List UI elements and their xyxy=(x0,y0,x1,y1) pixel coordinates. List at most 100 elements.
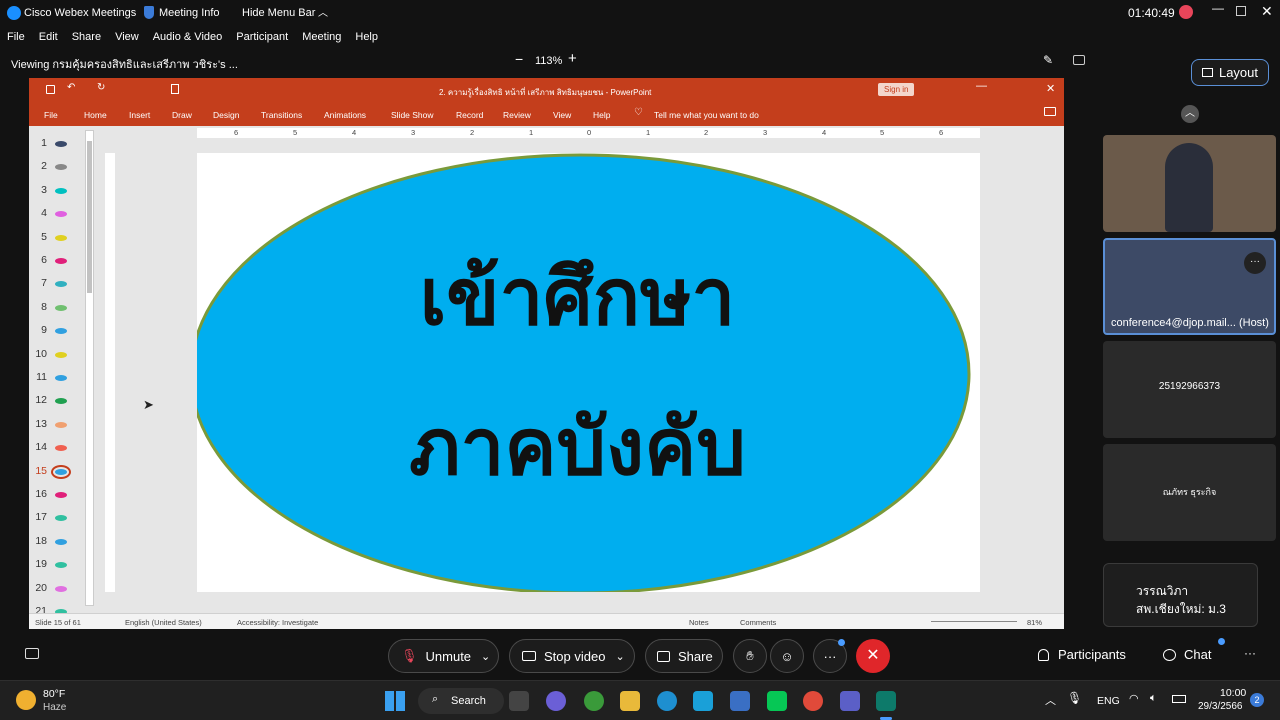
stop-video-label: Stop video xyxy=(544,648,606,664)
unmute-button[interactable]: 🎙︎ Unmute ⌄ xyxy=(388,639,499,673)
tray-chevron-icon[interactable]: ︿ xyxy=(1045,692,1056,708)
battery-icon[interactable] xyxy=(1172,695,1186,703)
slide-thumbnail-number: 17 xyxy=(35,511,47,524)
undo-icon: ↶ xyxy=(67,82,76,93)
mic-muted-tray-icon[interactable]: 🎙︎ xyxy=(1067,691,1082,705)
zoom-in-button[interactable]: + xyxy=(568,50,577,67)
restore-icon[interactable] xyxy=(1236,6,1246,16)
video-tile-host[interactable]: ··· conference4@djop.mail... (Host) xyxy=(1103,238,1276,335)
slide-thumbnail-number: 6 xyxy=(41,254,47,266)
slide-thumbnail-number: 8 xyxy=(41,300,47,313)
ppt-tab-transitions: Transitions xyxy=(261,110,303,120)
windows-start-icon[interactable] xyxy=(385,691,405,711)
menu-meeting[interactable]: Meeting xyxy=(302,31,341,43)
slide-ellipse xyxy=(197,153,971,592)
slide-thumbnail xyxy=(55,515,67,522)
thumbnail-scrollbar xyxy=(85,130,94,606)
ppt-tab-view: View xyxy=(553,110,572,120)
slide-count: Slide 15 of 61 xyxy=(35,618,81,627)
meeting-info-button[interactable]: Meeting Info xyxy=(159,7,220,19)
mouse-cursor-icon: ➤ xyxy=(143,397,154,412)
chrome-icon[interactable] xyxy=(803,691,823,711)
ppt-tab-home: Home xyxy=(84,110,107,120)
slide-thumbnail-number: 11 xyxy=(36,371,47,383)
slide-thumbnail-number: 1 xyxy=(41,137,47,149)
taskbar-search[interactable]: ⌕ Search xyxy=(418,688,504,714)
webex-icon[interactable] xyxy=(876,691,896,711)
teams-chat-icon[interactable] xyxy=(546,691,566,711)
more-panels-icon[interactable]: ··· xyxy=(1244,646,1256,660)
scroll-up-button[interactable]: ︿ xyxy=(1181,105,1199,123)
end-meeting-button[interactable]: ✕ xyxy=(856,639,890,673)
pop-out-icon[interactable] xyxy=(1073,55,1085,65)
captions-icon[interactable] xyxy=(25,648,39,659)
meeting-timer: 01:40:49 xyxy=(1128,6,1175,20)
mic-muted-icon: 🎙︎ xyxy=(401,648,418,663)
raise-hand-button[interactable]: ✋︎ xyxy=(733,639,767,673)
xbox-icon[interactable] xyxy=(584,691,604,711)
notification-badge[interactable]: 2 xyxy=(1250,693,1264,707)
share-button[interactable]: Share xyxy=(645,639,723,673)
ruler-tick: 3 xyxy=(411,128,416,137)
ppt-zoom-level: 81% xyxy=(1027,618,1043,627)
more-options-icon[interactable]: ··· xyxy=(1244,252,1266,274)
save-icon xyxy=(46,85,55,94)
menu-file[interactable]: File xyxy=(7,31,25,43)
participants-button[interactable]: Participants xyxy=(1038,647,1126,662)
zoom-out-button[interactable]: − xyxy=(515,51,523,67)
slide-thumbnail xyxy=(55,421,67,428)
line-app-icon[interactable] xyxy=(693,691,713,711)
reactions-button[interactable]: ☺ xyxy=(770,639,804,673)
menu-edit[interactable]: Edit xyxy=(39,31,58,43)
slide-thumbnail xyxy=(55,187,67,194)
slide-text-line-1: เข้าศึกษา xyxy=(419,253,736,341)
menu-help[interactable]: Help xyxy=(355,31,378,43)
ruler-tick: 6 xyxy=(939,128,944,137)
slide-thumbnail xyxy=(55,492,67,498)
record-icon xyxy=(1179,5,1193,19)
annotate-icon[interactable]: ✎ xyxy=(1043,53,1053,67)
line-icon[interactable] xyxy=(767,691,787,711)
language-status: English (United States) xyxy=(125,618,202,627)
chat-label: Chat xyxy=(1184,647,1212,662)
menu-participant[interactable]: Participant xyxy=(236,31,288,43)
minimize-icon[interactable]: — xyxy=(1212,1,1224,15)
store-icon[interactable] xyxy=(730,691,750,711)
edge-icon[interactable] xyxy=(657,691,677,711)
ppt-tab-review: Review xyxy=(503,110,531,120)
zoom-level: 113% xyxy=(535,55,563,67)
close-icon[interactable]: ✕ xyxy=(1261,3,1273,20)
ppt-close-icon: ✕ xyxy=(1046,83,1056,95)
chevron-down-icon[interactable]: ⌄ xyxy=(481,650,490,663)
taskbar-time: 10:00 xyxy=(1220,687,1247,699)
slide-thumbnail xyxy=(55,141,67,147)
ruler-tick: 5 xyxy=(293,128,298,137)
vertical-ruler xyxy=(105,153,115,592)
input-language[interactable]: ENG xyxy=(1097,695,1120,707)
file-explorer-icon[interactable] xyxy=(620,691,640,711)
slide-thumbnail xyxy=(55,562,67,569)
menu-share[interactable]: Share xyxy=(72,31,101,43)
chevron-up-icon[interactable]: ︿ xyxy=(318,4,328,19)
ppt-tab-slide-show: Slide Show xyxy=(391,110,434,120)
video-tile-1[interactable] xyxy=(1103,135,1276,232)
wifi-icon[interactable]: ◠ xyxy=(1129,692,1139,705)
stop-video-button[interactable]: Stop video ⌄ xyxy=(509,639,635,673)
task-view-icon[interactable] xyxy=(509,691,529,711)
menu-audio-video[interactable]: Audio & Video xyxy=(153,31,223,43)
menu-view[interactable]: View xyxy=(115,31,139,43)
webex-logo-icon xyxy=(7,6,21,20)
chat-button[interactable]: Chat xyxy=(1163,647,1211,662)
slide-thumbnail-number: 2 xyxy=(41,160,47,173)
chat-preview-line-2: สพ.เชียงใหม่: ม.3 xyxy=(1136,602,1226,616)
ppt-ribbon-tabs: File Home Insert Draw Design Transitions… xyxy=(29,102,1064,126)
volume-icon[interactable]: 🔈︎ xyxy=(1150,692,1157,705)
chat-preview-popup[interactable]: วรรณวิภา สพ.เชียงใหม่: ม.3 xyxy=(1103,563,1258,627)
chevron-down-icon[interactable]: ⌄ xyxy=(615,650,624,663)
hide-menu-bar-button[interactable]: Hide Menu Bar xyxy=(242,7,315,19)
slide-thumbnail-number: 10 xyxy=(35,347,47,360)
participant-tile-3[interactable]: 25192966373 xyxy=(1103,341,1276,438)
participant-tile-4[interactable]: ณภัทร ธุระกิจ xyxy=(1103,444,1276,541)
ppt-minimize-icon: — xyxy=(976,80,987,92)
teams-icon[interactable] xyxy=(840,691,860,711)
